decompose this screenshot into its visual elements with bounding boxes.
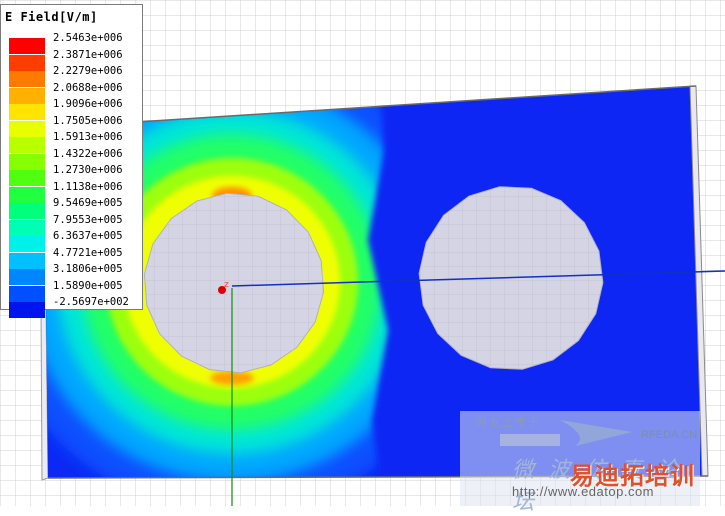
legend-swatch bbox=[9, 219, 45, 236]
legend-swatch bbox=[9, 54, 45, 71]
watermark-bar bbox=[500, 434, 560, 446]
legend-value: -2.5697e+002 bbox=[53, 296, 129, 308]
color-legend[interactable]: E Field[V/m] 2.5463e+006 2.3871e+006 2.227… bbox=[0, 4, 143, 318]
legend-value: 2.3871e+006 bbox=[53, 48, 123, 61]
legend-swatch bbox=[9, 236, 45, 252]
watermark-rfeda-logo: RFEDA.CN bbox=[641, 429, 698, 441]
legend-value: 6.3637e+005 bbox=[53, 230, 123, 242]
legend-value: 7.9553e+005 bbox=[53, 213, 123, 226]
legend-value: 2.5463e+006 bbox=[53, 32, 123, 44]
legend-value: 2.2279e+006 bbox=[53, 65, 123, 77]
legend-value: 1.4322e+006 bbox=[53, 147, 123, 160]
legend-swatch bbox=[9, 38, 45, 54]
legend-swatch bbox=[9, 252, 45, 269]
legend-swatch bbox=[9, 285, 45, 302]
legend-swatch bbox=[9, 87, 45, 104]
z-axis-label: z bbox=[224, 280, 229, 290]
legend-value: 1.1138e+006 bbox=[53, 180, 123, 193]
legend-value: 3.1806e+005 bbox=[53, 263, 123, 275]
legend-swatch bbox=[9, 186, 45, 203]
legend-value: 1.5890e+005 bbox=[53, 279, 123, 292]
legend-swatch bbox=[9, 120, 45, 137]
legend-value: 1.9096e+006 bbox=[53, 98, 123, 110]
legend-value: 4.7721e+005 bbox=[53, 246, 123, 259]
legend-swatch bbox=[9, 71, 45, 87]
legend-swatch bbox=[9, 203, 45, 219]
legend-value: 1.7505e+006 bbox=[53, 114, 123, 127]
watermark-url: http://www.edatop.com bbox=[512, 484, 655, 499]
watermark-uploaded-text: 网友上传于 bbox=[476, 416, 541, 429]
legend-swatch bbox=[9, 302, 45, 318]
3d-viewport[interactable]: z E Field[V/m] 2.5463e+006 2.3871e+006 2.2… bbox=[0, 0, 725, 515]
conductor-left[interactable] bbox=[143, 192, 325, 374]
legend-value: 1.5913e+006 bbox=[53, 131, 123, 143]
legend-title: E Field[V/m] bbox=[5, 10, 98, 24]
legend-swatch bbox=[9, 269, 45, 285]
legend-swatch bbox=[9, 104, 45, 120]
legend-swatch bbox=[9, 137, 45, 153]
legend-swatch bbox=[9, 170, 45, 186]
legend-value: 9.5469e+005 bbox=[53, 197, 123, 209]
legend-value: 1.2730e+006 bbox=[53, 164, 123, 176]
legend-swatch bbox=[9, 153, 45, 170]
legend-value: 2.0688e+006 bbox=[53, 81, 123, 94]
